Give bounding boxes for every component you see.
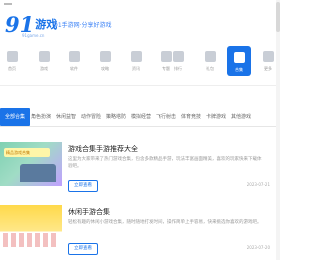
game-icon	[38, 51, 50, 62]
category-tabs: 全部合集 角色扮演 休闲益智 动作冒险 策略塔防 模拟经营 飞行射击 体育竞技 …	[0, 108, 280, 126]
site-tagline: 91手游网·分享好游戏	[54, 22, 112, 29]
nav-item-games[interactable]: 游戏	[32, 44, 56, 78]
nav-item-collections[interactable]: 合集	[227, 46, 251, 76]
collection-icon	[233, 52, 245, 63]
gift-icon	[204, 51, 216, 62]
nav-item-news[interactable]: 资讯	[124, 44, 148, 78]
more-icon	[262, 51, 274, 62]
card-thumbnail[interactable]	[0, 205, 62, 249]
tab-underline	[0, 126, 280, 127]
guide-icon	[99, 51, 111, 62]
card-date: 2023-07-21	[246, 182, 270, 187]
list-item[interactable]: 休闲手游合集 轻松有趣的休闲小游戏合集，随时随地打发时间，操作简单上手容易，快来…	[0, 195, 280, 260]
thumbnail-art	[3, 233, 59, 247]
card-description: 轻松有趣的休闲小游戏合集，随时随地打发时间，操作简单上手容易，快来挑选你喜欢的游…	[68, 220, 262, 225]
view-button[interactable]: 立即查看	[68, 180, 98, 192]
card-title[interactable]: 休闲手游合集	[68, 207, 110, 217]
tab-other[interactable]: 其他游戏	[231, 110, 251, 124]
nav-label: 更多	[264, 66, 272, 71]
news-icon	[130, 51, 142, 62]
site-logo[interactable]: 91 游戏 91game.cn	[5, 14, 57, 39]
nav-label: 首页	[8, 66, 16, 71]
tab-rpg[interactable]: 角色扮演	[31, 110, 51, 124]
nav-label: 排行	[174, 66, 182, 71]
nav-label: 软件	[70, 66, 78, 71]
nav-item-guides[interactable]: 攻略	[93, 44, 117, 78]
thumbnail-banner: 精品游戏合集	[4, 148, 50, 157]
tab-casual[interactable]: 休闲益智	[56, 110, 76, 124]
card-description: 这里为大家带来了热门游戏合集，包含多款精品手游，玩法丰富画面精美，喜欢的玩家快来…	[68, 157, 262, 169]
tab-action[interactable]: 动作冒险	[81, 110, 101, 124]
tab-strategy[interactable]: 策略塔防	[106, 110, 126, 124]
nav-item-gifts[interactable]: 礼包	[198, 44, 222, 78]
divider	[0, 85, 280, 86]
thumbnail-art	[20, 164, 56, 182]
tab-simulation[interactable]: 模拟经营	[131, 110, 151, 124]
nav-label: 游戏	[40, 66, 48, 71]
nav-label: 合集	[235, 67, 243, 72]
window-control	[4, 3, 12, 5]
list-item[interactable]: 精品游戏合集 游戏合集手游推荐大全 这里为大家带来了热门游戏合集，包含多款精品手…	[0, 132, 280, 192]
main-nav: 首页 游戏 软件 攻略 资讯 专题 排行 礼包 合集 更多	[0, 44, 280, 78]
logo-subtext: 91game.cn	[22, 33, 45, 38]
view-button[interactable]: 立即查看	[68, 243, 98, 255]
scrollbar-thumb[interactable]	[276, 2, 280, 32]
nav-item-home[interactable]: 首页	[0, 44, 24, 78]
tab-shooting[interactable]: 飞行射击	[156, 110, 176, 124]
card-title[interactable]: 游戏合集手游推荐大全	[68, 144, 138, 154]
app-icon	[68, 51, 80, 62]
home-icon	[6, 51, 18, 62]
nav-label: 礼包	[206, 66, 214, 71]
tab-sports[interactable]: 体育竞技	[181, 110, 201, 124]
rank-icon	[172, 51, 184, 62]
nav-label: 资讯	[132, 66, 140, 71]
scrollbar[interactable]	[276, 0, 280, 260]
tab-cards[interactable]: 卡牌游戏	[206, 110, 226, 124]
nav-label: 攻略	[101, 66, 109, 71]
card-thumbnail[interactable]: 精品游戏合集	[0, 142, 62, 186]
tab-all[interactable]: 全部合集	[0, 108, 31, 126]
nav-item-rank[interactable]: 排行	[166, 44, 190, 78]
nav-item-apps[interactable]: 软件	[62, 44, 86, 78]
card-date: 2023-07-20	[246, 245, 270, 250]
